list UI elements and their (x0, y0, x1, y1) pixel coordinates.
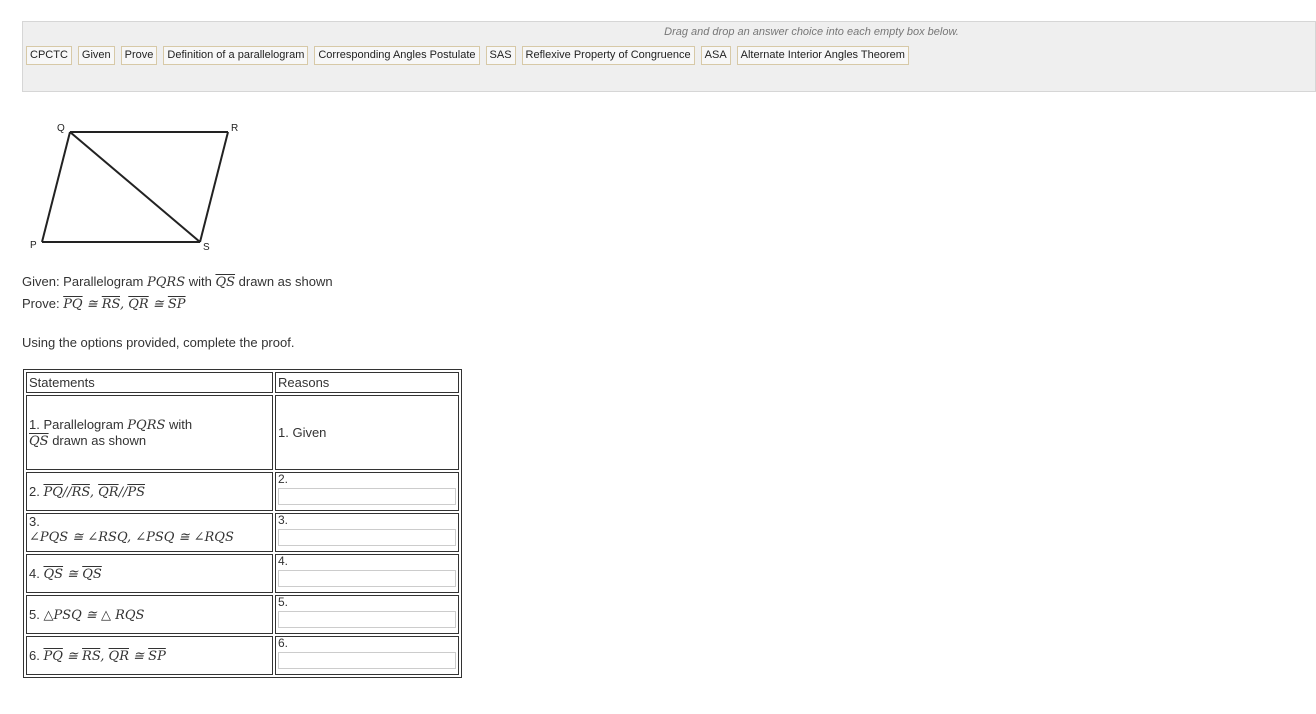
statement-5: 5. △PSQ ≅ △ RQS (26, 595, 273, 634)
proof-row-2: 2. PQ//RS, QR//PS 2. (26, 472, 459, 511)
prove-statement: Prove: PQ ≅ RS, QR ≅ SP (22, 296, 186, 312)
reason-6-drop-box[interactable] (278, 652, 456, 669)
instructions: Using the options provided, complete the… (22, 335, 295, 350)
statement-4: 4. QS ≅ QS (26, 554, 273, 593)
proof-row-1: 1. Parallelogram PQRS with QS drawn as s… (26, 395, 459, 470)
reason-2-drop-box[interactable] (278, 488, 456, 505)
side-rs (199, 131, 229, 243)
given-statement: Given: Parallelogram PQRS with QS drawn … (22, 274, 333, 290)
statement-6: 6. PQ ≅ RS, QR ≅ SP (26, 636, 273, 675)
vertex-label-r: R (231, 123, 238, 134)
proof-row-5: 5. △PSQ ≅ △ RQS 5. (26, 595, 459, 634)
reason-2: 2. (275, 472, 459, 511)
header-statements: Statements (26, 372, 273, 393)
choice-alternate-interior-angles[interactable]: Alternate Interior Angles Theorem (736, 46, 909, 65)
choice-prove[interactable]: Prove (120, 46, 158, 65)
vertex-label-s: S (203, 242, 210, 253)
diagonal-qs (69, 131, 201, 243)
vertex-label-q: Q (57, 123, 65, 134)
statement-1: 1. Parallelogram PQRS with QS drawn as s… (26, 395, 273, 470)
parallelogram-figure: P Q R S (30, 123, 238, 253)
vertex-label-p: P (30, 240, 37, 251)
reason-5: 5. (275, 595, 459, 634)
statement-3: 3. ∠PQS ≅ ∠RSQ, ∠PSQ ≅ ∠RQS (26, 513, 273, 552)
proof-table: Statements Reasons 1. Parallelogram PQRS… (23, 369, 462, 678)
choice-definition-of-parallelogram[interactable]: Definition of a parallelogram (163, 46, 309, 65)
answer-choices: CPCTC Given Prove Definition of a parall… (26, 46, 909, 65)
drag-drop-hint: Drag and drop an answer choice into each… (664, 26, 959, 38)
choice-given[interactable]: Given (77, 46, 115, 65)
drag-drop-panel: Drag and drop an answer choice into each… (22, 21, 1316, 92)
choice-sas[interactable]: SAS (485, 46, 516, 65)
statement-2: 2. PQ//RS, QR//PS (26, 472, 273, 511)
proof-row-6: 6. PQ ≅ RS, QR ≅ SP 6. (26, 636, 459, 675)
reason-1: 1. Given (275, 395, 459, 470)
choice-reflexive-property[interactable]: Reflexive Property of Congruence (521, 46, 695, 65)
reason-4: 4. (275, 554, 459, 593)
reason-3: 3. (275, 513, 459, 552)
choice-corresponding-angles-postulate[interactable]: Corresponding Angles Postulate (314, 46, 480, 65)
reason-3-drop-box[interactable] (278, 529, 456, 546)
side-pq (41, 131, 71, 243)
choice-asa[interactable]: ASA (700, 46, 731, 65)
header-reasons: Reasons (275, 372, 459, 393)
proof-row-4: 4. QS ≅ QS 4. (26, 554, 459, 593)
proof-row-3: 3. ∠PQS ≅ ∠RSQ, ∠PSQ ≅ ∠RQS 3. (26, 513, 459, 552)
reason-4-drop-box[interactable] (278, 570, 456, 587)
reason-6: 6. (275, 636, 459, 675)
choice-cpctc[interactable]: CPCTC (26, 46, 72, 65)
reason-5-drop-box[interactable] (278, 611, 456, 628)
